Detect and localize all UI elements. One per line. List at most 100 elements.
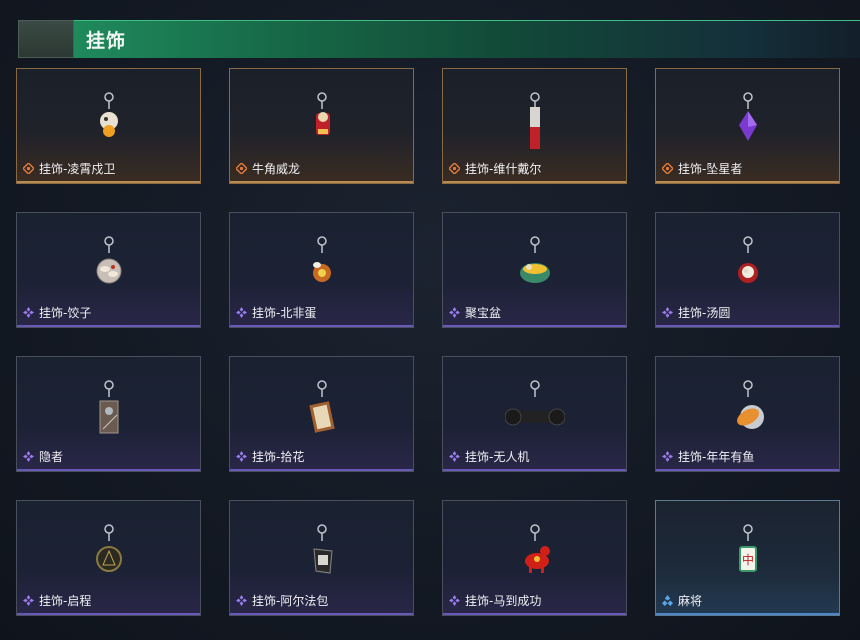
fish-plate-charm-icon <box>732 379 764 441</box>
charm-name: 挂饰-阿尔法包 <box>252 594 329 608</box>
header-tab-block <box>18 20 74 58</box>
charm-label: 挂饰-阿尔法包 <box>236 592 328 609</box>
charm-label: 挂饰-饺子 <box>23 304 91 321</box>
egg-dish-charm-icon <box>306 235 338 297</box>
charm-name: 挂饰-汤圆 <box>678 306 731 320</box>
rarity-bar <box>656 325 839 327</box>
flower-card-charm-icon <box>306 379 338 441</box>
rarity-icon <box>449 307 465 318</box>
charm-label: 挂饰-拾花 <box>236 448 304 465</box>
charm-name: 牛角威龙 <box>252 162 301 176</box>
charm-label: 挂饰-北非蛋 <box>236 304 316 321</box>
charm-name: 挂饰-北非蛋 <box>252 306 317 320</box>
rarity-icon <box>23 451 39 462</box>
charm-label: 挂饰-无人机 <box>449 448 529 465</box>
svg-text:中: 中 <box>741 552 753 567</box>
charm-label: 挂饰-凌霄戍卫 <box>23 160 115 177</box>
rarity-bar <box>17 325 200 327</box>
rarity-bar <box>443 181 626 183</box>
rarity-bar <box>230 325 413 327</box>
charm-name: 挂饰-马到成功 <box>465 594 542 608</box>
medal-charm-icon <box>93 523 125 585</box>
charm-card[interactable]: 挂饰-维什戴尔 <box>442 68 627 184</box>
charm-card[interactable]: 挂饰-拾花 <box>229 356 414 472</box>
rarity-icon <box>236 307 252 318</box>
rarity-bar <box>443 613 626 615</box>
rarity-bar <box>656 613 839 615</box>
rarity-bar <box>230 469 413 471</box>
rarity-icon <box>449 451 465 462</box>
drone-charm-icon <box>504 379 565 441</box>
charm-name: 挂饰-无人机 <box>465 450 530 464</box>
chick-charm-icon <box>93 91 125 153</box>
charm-card[interactable]: 牛角威龙 <box>229 68 414 184</box>
charm-label: 隐者 <box>23 448 63 465</box>
charm-label: 聚宝盆 <box>449 304 501 321</box>
rarity-icon <box>449 595 465 606</box>
horse-charm-icon <box>519 523 551 585</box>
rarity-icon <box>662 163 678 174</box>
rarity-icon <box>236 451 252 462</box>
charm-card[interactable]: 挂饰-坠星者 <box>655 68 840 184</box>
purple-crystal-charm-icon <box>732 91 764 153</box>
charm-card[interactable]: 挂饰-汤圆 <box>655 212 840 328</box>
treasure-bowl-charm-icon <box>519 235 551 297</box>
charm-name: 挂饰-年年有鱼 <box>678 450 755 464</box>
charm-label: 麻将 <box>662 592 702 609</box>
charm-card[interactable]: 隐者 <box>16 356 201 472</box>
tangyuan-bowl-charm-icon <box>732 235 764 297</box>
rarity-bar <box>443 469 626 471</box>
charm-card[interactable]: 挂饰-无人机 <box>442 356 627 472</box>
charm-name: 挂饰-坠星者 <box>678 162 743 176</box>
rarity-bar <box>656 181 839 183</box>
charm-name: 聚宝盆 <box>465 306 502 320</box>
charm-card[interactable]: 挂饰-饺子 <box>16 212 201 328</box>
charm-card[interactable]: 挂饰-北非蛋 <box>229 212 414 328</box>
charm-label: 挂饰-维什戴尔 <box>449 160 541 177</box>
charm-card[interactable]: 中麻将 <box>655 500 840 616</box>
charm-card[interactable]: 挂饰-马到成功 <box>442 500 627 616</box>
charm-card[interactable]: 挂饰-年年有鱼 <box>655 356 840 472</box>
rarity-icon <box>662 307 678 318</box>
charm-name: 挂饰-饺子 <box>39 306 92 320</box>
charm-label: 挂饰-坠星者 <box>662 160 742 177</box>
rarity-icon <box>449 163 465 174</box>
charm-label: 挂饰-马到成功 <box>449 592 541 609</box>
charm-name: 挂饰-拾花 <box>252 450 305 464</box>
rarity-icon <box>662 451 678 462</box>
charm-name: 麻将 <box>678 594 703 608</box>
charm-label: 挂饰-汤圆 <box>662 304 730 321</box>
dumpling-plate-charm-icon <box>93 235 125 297</box>
charm-card[interactable]: 聚宝盆 <box>442 212 627 328</box>
charm-name: 挂饰-维什戴尔 <box>465 162 542 176</box>
charm-card[interactable]: 挂饰-阿尔法包 <box>229 500 414 616</box>
charm-label: 牛角威龙 <box>236 160 300 177</box>
mahjong-tile-charm-icon: 中 <box>732 523 764 585</box>
header-bar: 挂饰 <box>74 20 860 58</box>
rarity-icon <box>662 595 678 606</box>
rarity-icon <box>23 307 39 318</box>
red-mascot-charm-icon <box>306 91 338 153</box>
red-tag-charm-icon <box>519 91 551 153</box>
rarity-icon <box>23 163 39 174</box>
rarity-bar <box>230 181 413 183</box>
bag-charm-icon <box>306 523 338 585</box>
rarity-bar <box>17 181 200 183</box>
charm-label: 挂饰-启程 <box>23 592 91 609</box>
rarity-bar <box>656 469 839 471</box>
charm-card[interactable]: 挂饰-凌霄戍卫 <box>16 68 201 184</box>
charm-name: 挂饰-凌霄戍卫 <box>39 162 116 176</box>
rarity-bar <box>230 613 413 615</box>
rarity-bar <box>17 469 200 471</box>
rarity-icon <box>236 163 252 174</box>
card-charm-icon <box>93 379 125 441</box>
section-header: 挂饰 <box>18 20 860 58</box>
charm-card[interactable]: 挂饰-启程 <box>16 500 201 616</box>
charm-label: 挂饰-年年有鱼 <box>662 448 754 465</box>
rarity-icon <box>236 595 252 606</box>
charm-name: 隐者 <box>39 450 64 464</box>
rarity-bar <box>443 325 626 327</box>
rarity-icon <box>23 595 39 606</box>
rarity-bar <box>17 613 200 615</box>
charm-name: 挂饰-启程 <box>39 594 92 608</box>
